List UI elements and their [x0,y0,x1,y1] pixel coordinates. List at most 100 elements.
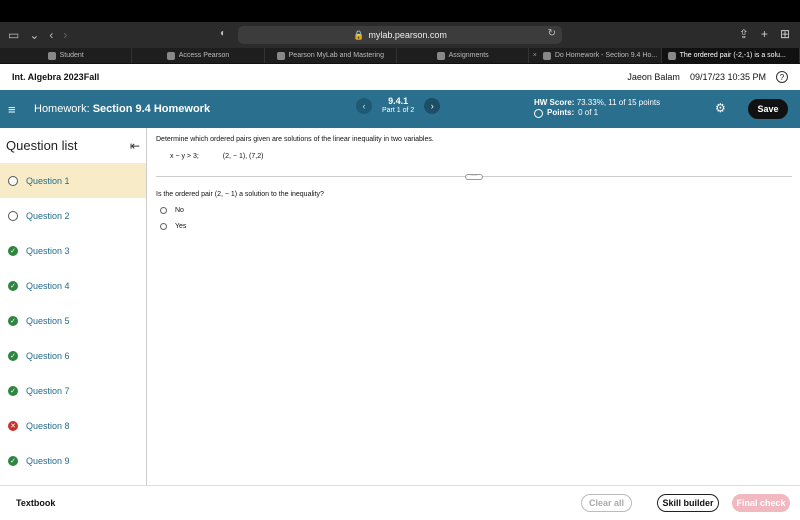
check-icon: ✓ [8,455,18,466]
question-instruction: Determine which ordered pairs given are … [156,136,434,143]
question-list-panel: Question list ⇤ Question 1 Question 2 ✓ Q… [0,128,147,485]
share-icon[interactable]: ⇪ [739,27,749,41]
sidebar-item-question-3[interactable]: ✓ Question 3 [0,233,146,268]
question-label: Question 6 [26,350,70,361]
radio-button[interactable] [160,223,167,230]
sidebar-item-question-1[interactable]: Question 1 [0,163,146,198]
tab-access-pearson[interactable]: Access Pearson [132,48,265,63]
question-label: Question 2 [26,210,70,221]
forward-arrow-icon[interactable]: › [63,28,67,42]
tab-favicon-icon [667,51,676,60]
tab-bar: Student Access Pearson Pearson MyLab and… [0,48,800,64]
question-number: 9.4.1 [388,96,409,106]
homework-bar: ≡ Homework: Section 9.4 Homework ‹ 9.4.1… [0,90,800,128]
option-label: No [175,207,184,214]
answer-option-yes[interactable]: Yes [160,223,792,230]
tab-label: The ordered pair (-2,-1) is a solu... [679,52,786,59]
hw-score-value: 73.33%, 11 of 15 points [576,98,661,107]
question-indicator: 9.4.1 Part 1 of 2 [382,96,415,115]
browser-toolbar: ▭ ⌄ ‹ › ◐ 🔒 mylab.pearson.com ↻ ⇪ + ⊞ [0,22,800,48]
tab-label: Assignments [448,52,489,59]
tab-ordered-pair[interactable]: The ordered pair (-2,-1) is a solu... [661,48,800,63]
tab-overview-icon[interactable]: ⊞ [780,27,790,41]
status-unanswered-icon [8,210,18,221]
sidebar-item-question-4[interactable]: ✓ Question 4 [0,268,146,303]
check-icon: ✓ [8,385,18,396]
tab-favicon-icon [276,51,285,60]
final-check-button[interactable]: Final check [732,494,790,512]
question-navigator: ‹ 9.4.1 Part 1 of 2 › [356,96,441,115]
points-ring-icon [534,109,543,119]
tab-student[interactable]: Student [0,48,133,63]
x-icon: ✕ [8,420,18,431]
gear-icon[interactable]: ⚙ [715,101,726,115]
new-tab-icon[interactable]: + [761,27,768,41]
hw-score-label: HW Score: [534,98,575,107]
homework-prefix: Homework: [34,103,90,115]
question-label: Question 8 [26,420,70,431]
status-unanswered-icon [8,175,18,186]
question-label: Question 4 [26,280,70,291]
tab-assignments[interactable]: Assignments [397,48,530,63]
collapse-panel-icon[interactable]: ⇤ [130,139,140,153]
tab-do-homework[interactable]: × Do Homework - Section 9.4 Ho... [529,48,662,63]
back-arrow-icon[interactable]: ‹ [49,28,53,42]
expand-handle[interactable]: ··· [465,173,483,180]
inequality-text: x − y > 3; [170,153,199,160]
help-icon[interactable]: ? [776,71,788,83]
lock-icon: 🔒 [353,29,365,40]
sidebar-item-question-8[interactable]: ✕ Question 8 [0,408,146,443]
score-panel: HW Score: 73.33%, 11 of 15 points Points… [534,98,660,119]
sidebar-item-question-9[interactable]: ✓ Question 9 [0,443,146,478]
question-label: Question 1 [26,175,70,186]
footer-bar: Textbook Clear all Skill builder Final c… [0,485,800,520]
question-prompt: Is the ordered pair (2, − 1) a solution … [156,191,324,198]
address-bar[interactable]: 🔒 mylab.pearson.com ↻ [238,26,562,44]
tab-mylab[interactable]: Pearson MyLab and Mastering [265,48,397,63]
question-label: Question 3 [26,245,70,256]
save-button[interactable]: Save [748,99,788,119]
question-part: Part 1 of 2 [382,106,415,114]
question-label: Question 7 [26,385,70,396]
question-label: Question 5 [26,315,70,326]
question-list-title: Question list [6,138,78,153]
ordered-pairs-text: (2, − 1), (7,2) [222,153,264,160]
tab-favicon-icon [47,51,56,60]
sidebar-item-question-6[interactable]: ✓ Question 6 [0,338,146,373]
user-name: Jaeon Balam [627,72,680,82]
system-top-bar [0,0,800,22]
privacy-shield-icon[interactable]: ◐ [220,28,226,39]
tab-label: Pearson MyLab and Mastering [288,52,384,59]
homework-name: Section 9.4 Homework [92,103,211,115]
prev-question-button[interactable]: ‹ [356,97,372,114]
course-title: Int. Algebra 2023Fall [12,72,100,82]
sidebar-item-question-2[interactable]: Question 2 [0,198,146,233]
points-value: 0 of 1 [578,108,599,118]
check-icon: ✓ [8,245,18,256]
sidebar-item-question-5[interactable]: ✓ Question 5 [0,303,146,338]
answer-option-no[interactable]: No [160,207,792,214]
tab-label: Access Pearson [178,52,230,59]
radio-button[interactable] [160,207,167,214]
skill-builder-button[interactable]: Skill builder [657,494,719,512]
tab-favicon-icon [542,51,551,60]
menu-icon[interactable]: ≡ [8,102,30,117]
tab-label: Do Homework - Section 9.4 Ho... [554,52,658,59]
next-question-button[interactable]: › [424,97,441,114]
check-icon: ✓ [8,280,18,291]
datetime: 09/17/23 10:35 PM [689,72,766,82]
reload-icon[interactable]: ↻ [548,28,556,39]
app-window: Int. Algebra 2023Fall Jaeon Balam 09/17/… [0,64,800,520]
clear-all-button[interactable]: Clear all [581,494,632,512]
problem-statement: x − y > 3; (2, − 1), (7,2) [170,153,792,160]
points-label: Points: [547,108,575,118]
tab-close-icon[interactable]: × [533,52,537,59]
check-icon: ✓ [8,350,18,361]
chevron-down-icon[interactable]: ⌄ [29,28,39,42]
tab-favicon-icon [436,51,445,60]
sidebar-item-question-7[interactable]: ✓ Question 7 [0,373,146,408]
textbook-link[interactable]: Textbook [16,498,55,508]
question-content: Determine which ordered pairs given are … [148,128,800,485]
sidebar-toggle-icon[interactable]: ▭ [8,28,19,42]
tab-label: Student [59,52,84,59]
